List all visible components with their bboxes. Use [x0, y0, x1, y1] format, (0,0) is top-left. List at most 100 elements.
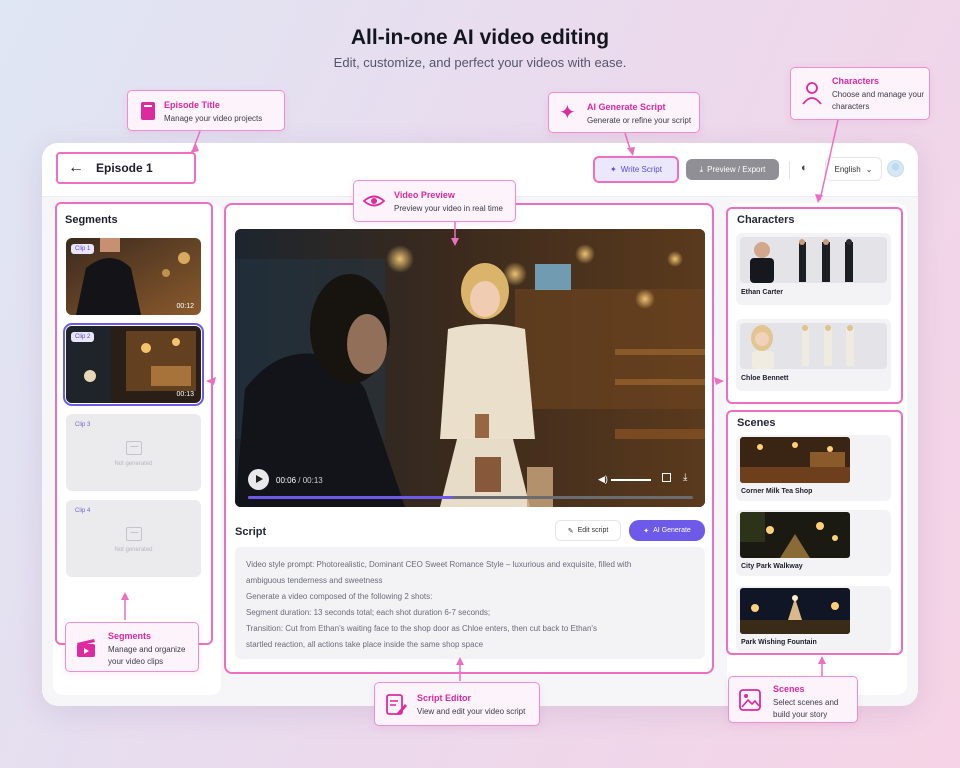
clip-badge: Clip 3: [75, 422, 91, 428]
callout-characters: Characters Choose and manage your charac…: [790, 67, 930, 120]
preview-export-label: Preview / Export: [707, 165, 766, 174]
video-frame: [235, 229, 705, 507]
volume-icon[interactable]: ◀): [598, 474, 608, 485]
script-line: Video style prompt: Photorealistic, Domi…: [246, 560, 632, 569]
characters-title: Characters: [737, 214, 795, 226]
sparkle-icon: ✦: [610, 165, 617, 174]
script-label: Script: [235, 526, 267, 538]
fullscreen-icon[interactable]: [662, 473, 671, 482]
episode-title[interactable]: Episode 1: [96, 161, 153, 175]
script-textarea[interactable]: Video style prompt: Photorealistic, Domi…: [235, 547, 705, 659]
callout-desc: Manage your video projects: [164, 114, 263, 123]
callout-title: Episode Title: [164, 100, 220, 110]
scenes-title: Scenes: [737, 417, 776, 429]
callout-segments: Segments Manage and organize your video …: [65, 622, 199, 672]
script-line: Generate a video composed of the followi…: [246, 592, 433, 601]
download-icon: ⤓: [699, 164, 704, 174]
image-placeholder-icon: [126, 441, 142, 455]
script-line: Segment duration: 13 seconds total; each…: [246, 608, 491, 617]
scene-name: City Park Walkway: [741, 563, 803, 570]
language-select[interactable]: English ⌄: [825, 157, 882, 181]
callout-desc: Generate or refine your script: [587, 116, 692, 125]
edit-script-button[interactable]: ✎ Edit script: [555, 520, 621, 541]
callout-desc: Select scenes and build your story: [773, 698, 839, 719]
callout-title: Scenes: [773, 684, 805, 694]
document-icon: [141, 102, 155, 120]
sparkle-icon: ✦: [559, 102, 576, 124]
theme-toggle-icon[interactable]: ◐: [801, 162, 808, 174]
character-card[interactable]: Ethan Carter: [736, 233, 891, 305]
edit-script-label: Edit script: [577, 527, 609, 534]
not-generated-label: Not generated: [114, 461, 153, 467]
preview-export-button[interactable]: ⤓ Preview / Export: [686, 159, 779, 180]
clip-card-empty[interactable]: Clip 4 Not generated: [66, 500, 201, 577]
divider: [789, 161, 790, 179]
chevron-down-icon: ⌄: [865, 164, 873, 174]
callout-title: Segments: [108, 631, 152, 641]
callout-title: Characters: [832, 76, 880, 86]
scene-card[interactable]: Corner Milk Tea Shop: [736, 435, 891, 501]
callout-title: Video Preview: [394, 190, 455, 200]
user-icon: [802, 82, 822, 105]
clip-duration: 00:12: [176, 303, 194, 310]
callout-episode-title: Episode Title Manage your video projects: [127, 90, 285, 131]
hero-title: All-in-one AI video editing: [350, 26, 610, 49]
pencil-icon: ✎: [567, 527, 574, 535]
callout-desc: Manage and organize your video clips: [108, 645, 186, 666]
image-icon: [739, 689, 761, 711]
script-line: startled reaction, all actions take plac…: [246, 640, 484, 649]
callout-desc: View and edit your video script: [417, 707, 526, 716]
ai-generate-button[interactable]: ✦ AI Generate: [629, 520, 705, 541]
callout-ai-generate-script: ✦ AI Generate Script Generate or refine …: [548, 92, 700, 133]
time-display: 00:06 / 00:13: [276, 476, 323, 485]
scene-card[interactable]: Park Wishing Fountain: [736, 586, 891, 652]
download-icon[interactable]: ⤓: [683, 472, 687, 483]
clip-card[interactable]: Clip 1 00:12: [66, 238, 201, 315]
clapperboard-icon: [77, 639, 95, 657]
clip-badge: Clip 4: [75, 508, 91, 514]
scene-name: Park Wishing Fountain: [741, 639, 817, 646]
ai-generate-label: AI Generate: [653, 527, 691, 534]
language-label: English: [834, 164, 861, 174]
clip-card-empty[interactable]: Clip 3 Not generated: [66, 414, 201, 491]
avatar[interactable]: [887, 160, 904, 177]
callout-script-editor: Script Editor View and edit your video s…: [374, 682, 540, 726]
clip-duration: 00:13: [176, 391, 194, 398]
image-placeholder-icon: [126, 527, 142, 541]
scene-image: [740, 512, 850, 558]
back-arrow-icon[interactable]: ←: [68, 159, 84, 177]
callout-video-preview: Video Preview Preview your video in real…: [353, 180, 516, 222]
callout-scenes: Scenes Select scenes and build your stor…: [728, 676, 858, 723]
volume-slider[interactable]: [611, 479, 651, 481]
episode-title-box: ← Episode 1: [56, 152, 196, 184]
callout-title: Script Editor: [417, 693, 472, 703]
scene-name: Corner Milk Tea Shop: [741, 488, 813, 495]
character-name: Chloe Bennett: [741, 375, 789, 382]
character-card[interactable]: Chloe Bennett: [736, 319, 891, 391]
character-image: [740, 323, 887, 369]
video-preview[interactable]: [235, 229, 705, 507]
scene-image: [740, 437, 850, 483]
play-button[interactable]: [248, 469, 269, 490]
character-image: [740, 237, 887, 283]
video-progress-bar[interactable]: [248, 496, 693, 499]
clip-badge: Clip 2: [71, 332, 95, 342]
not-generated-label: Not generated: [114, 547, 153, 553]
write-script-button[interactable]: ✦ Write Script: [593, 156, 679, 183]
scene-image: [740, 588, 850, 634]
callout-desc: Preview your video in real time: [394, 204, 503, 213]
character-name: Ethan Carter: [741, 289, 784, 296]
eye-icon: [363, 195, 385, 207]
script-line: ambiguous tenderness and sweetness: [246, 576, 383, 585]
script-line: Transition: Cut from Ethan's waiting fac…: [246, 624, 597, 633]
total-time: 00:13: [302, 476, 323, 485]
current-time: 00:06: [276, 476, 297, 485]
scene-card[interactable]: City Park Walkway: [736, 510, 891, 576]
clip-card-selected[interactable]: Clip 2 00:13: [63, 323, 204, 406]
edit-document-icon: [386, 694, 407, 715]
segments-title: Segments: [65, 214, 118, 226]
callout-desc: Choose and manage your characters: [832, 90, 925, 111]
sparkle-icon: ✦: [643, 527, 650, 535]
clip-badge: Clip 1: [71, 244, 95, 254]
write-script-label: Write Script: [620, 165, 662, 174]
